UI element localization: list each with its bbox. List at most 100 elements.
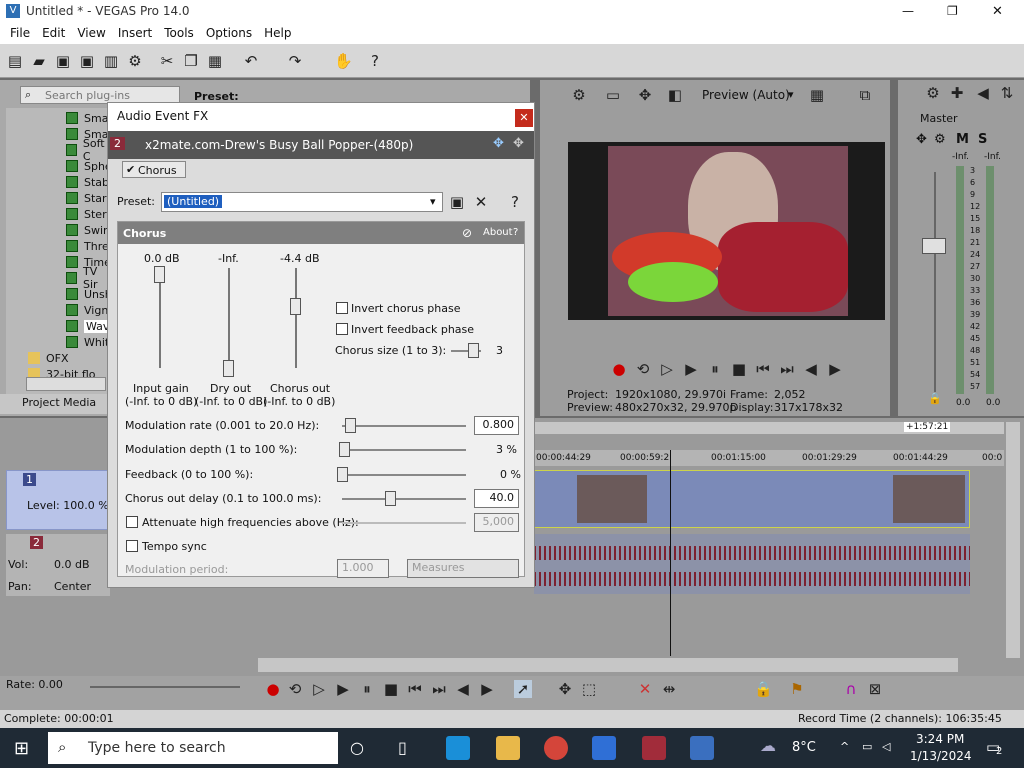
bypass-icon[interactable]: ⊘	[462, 226, 472, 240]
new-icon[interactable]: ▤	[6, 52, 24, 70]
attenuate-checkbox[interactable]	[126, 516, 138, 528]
undo-icon[interactable]: ↶	[242, 52, 260, 70]
grid-icon[interactable]: ▦	[808, 86, 826, 104]
about-help[interactable]: ?	[513, 227, 518, 238]
go-to-end-icon[interactable]: ⏭	[778, 360, 796, 378]
chorus-out-slider[interactable]	[290, 298, 301, 315]
windows-start-icon[interactable]: ⊞	[14, 738, 29, 759]
delay-slider[interactable]	[385, 491, 396, 506]
close-button[interactable]: ✕	[992, 4, 1003, 19]
minimize-button[interactable]: —	[902, 4, 914, 18]
save-icon[interactable]: ▣	[54, 52, 72, 70]
next-frame-icon[interactable]: ▶	[826, 360, 844, 378]
tree-scrollbar[interactable]	[26, 377, 106, 391]
plugin-folder[interactable]: OFX	[28, 350, 69, 366]
dry-out-slider[interactable]	[223, 360, 234, 377]
preview-quality-dropdown[interactable]: Preview (Auto)	[702, 88, 790, 102]
snapping-icon[interactable]: ∩	[842, 680, 860, 698]
menu-insert[interactable]: Insert	[112, 26, 158, 40]
store-icon[interactable]	[592, 736, 616, 760]
input-gain-slider[interactable]	[154, 266, 165, 283]
chevron-down-icon[interactable]: ▾	[788, 88, 794, 101]
chorus-size-slider[interactable]	[468, 343, 479, 358]
file-explorer-icon[interactable]	[496, 736, 520, 760]
copy-snapshot-icon[interactable]: ⧉	[856, 86, 874, 104]
stop-icon[interactable]: ■	[382, 680, 400, 698]
move-icon[interactable]: ✥	[636, 86, 654, 104]
taskbar-search[interactable]: ⌕ Type here to search	[48, 732, 338, 764]
chain-item-chorus[interactable]: ✔ Chorus	[122, 161, 186, 178]
edge-icon[interactable]	[446, 736, 470, 760]
mod-period-input[interactable]: 1.000	[337, 559, 389, 578]
delete-icon[interactable]: ✕	[636, 680, 654, 698]
copy-icon[interactable]: ❐	[182, 52, 200, 70]
envelope-tool-icon[interactable]: ✥	[556, 680, 574, 698]
solo-button[interactable]: S	[978, 132, 987, 147]
horizontal-scrollbar[interactable]	[258, 658, 958, 672]
plugin-chain-icon[interactable]: ✥	[493, 136, 504, 151]
stop-icon[interactable]: ■	[730, 360, 748, 378]
selection-tool-icon[interactable]: ⬚	[580, 680, 598, 698]
winrar-icon[interactable]	[642, 736, 666, 760]
audio-track-header[interactable]: 2 Vol: 0.0 dB Pan: Center	[6, 534, 110, 596]
mute-button[interactable]: M	[956, 132, 969, 147]
restore-button[interactable]: ❐	[947, 4, 958, 18]
mod-depth-slider[interactable]	[339, 442, 350, 457]
redo-icon[interactable]: ↷	[286, 52, 304, 70]
menu-edit[interactable]: Edit	[36, 26, 71, 40]
help-icon[interactable]: ?	[366, 52, 384, 70]
vertical-scrollbar[interactable]	[1006, 422, 1020, 658]
save-as-icon[interactable]: ▣	[78, 52, 96, 70]
mod-rate-input[interactable]: 0.800	[474, 416, 519, 435]
preset-dropdown[interactable]: (Untitled) ▾	[161, 192, 443, 212]
downmix-icon[interactable]: ◀	[974, 84, 992, 102]
play-from-start-icon[interactable]: ▷	[658, 360, 676, 378]
gear-icon[interactable]: ⚙	[934, 132, 946, 147]
remove-plugin-icon[interactable]: ✥	[513, 136, 524, 151]
dialog-close-button[interactable]: ✕	[515, 109, 533, 127]
attenuate-input[interactable]: 5,000	[474, 513, 519, 532]
menu-tools[interactable]: Tools	[158, 26, 200, 40]
trim-icon[interactable]: ⇹	[660, 680, 678, 698]
pause-icon[interactable]: ⏸	[706, 360, 724, 378]
pause-icon[interactable]: ⏸	[358, 680, 376, 698]
play-icon[interactable]: ▶	[334, 680, 352, 698]
rate-slider[interactable]	[90, 686, 240, 688]
record-icon[interactable]: ●	[264, 680, 282, 698]
gear-icon[interactable]: ⚙	[126, 52, 144, 70]
about-link[interactable]: About	[483, 227, 513, 238]
cut-icon[interactable]: ✂	[158, 52, 176, 70]
auto-ripple-icon[interactable]: ⊠	[866, 680, 884, 698]
project-media-tab[interactable]: Project Media	[0, 394, 112, 414]
invert-feedback-checkbox[interactable]	[336, 323, 348, 335]
marker-icon[interactable]: ⚑	[788, 680, 806, 698]
delete-preset-icon[interactable]: ✕	[472, 193, 490, 211]
menu-file[interactable]: File	[4, 26, 36, 40]
dim-icon[interactable]: ⇅	[998, 84, 1016, 102]
chevron-up-icon[interactable]: ^	[840, 740, 849, 753]
open-icon[interactable]: ▰	[30, 52, 48, 70]
menu-options[interactable]: Options	[200, 26, 258, 40]
explorer-icon[interactable]: ✋	[334, 52, 353, 70]
feedback-slider[interactable]	[337, 467, 348, 482]
next-frame-icon[interactable]: ▶	[478, 680, 496, 698]
save-preset-icon[interactable]: ▣	[448, 193, 466, 211]
prev-frame-icon[interactable]: ◀	[454, 680, 472, 698]
plugin-list-item[interactable]: Soft C	[66, 137, 112, 163]
cortana-icon[interactable]: ○	[350, 738, 364, 757]
lock-icon[interactable]: 🔒	[754, 680, 773, 698]
render-icon[interactable]: ▥	[102, 52, 120, 70]
paste-icon[interactable]: ▦	[206, 52, 224, 70]
video-track-header[interactable]: 1 Level: 100.0 %	[6, 470, 110, 530]
menu-view[interactable]: View	[71, 26, 111, 40]
lock-icon[interactable]: 🔒	[928, 392, 942, 405]
chrome-icon[interactable]	[544, 736, 568, 760]
video-event[interactable]	[534, 470, 970, 528]
playhead[interactable]	[670, 450, 671, 656]
gear-icon[interactable]: ⚙	[570, 86, 588, 104]
tempo-sync-checkbox[interactable]	[126, 540, 138, 552]
audio-event[interactable]	[534, 534, 970, 594]
menu-help[interactable]: Help	[258, 26, 297, 40]
prev-frame-icon[interactable]: ◀	[802, 360, 820, 378]
volume-icon[interactable]: ◁	[882, 740, 890, 753]
